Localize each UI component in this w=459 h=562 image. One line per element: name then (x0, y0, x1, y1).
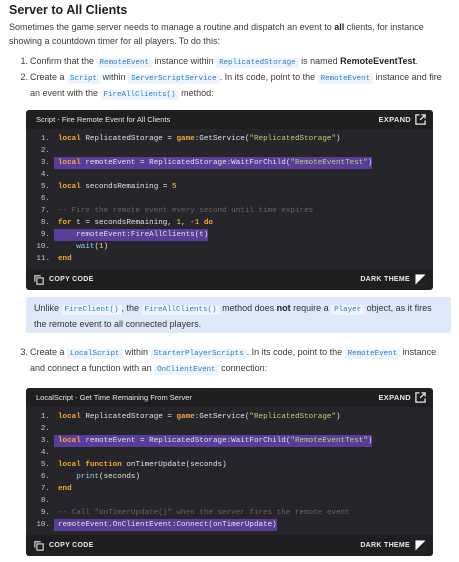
copy-icon (34, 274, 44, 285)
section-heading: Server to All Clients (9, 3, 128, 17)
info-callout: Unlike FireClient(), the FireAllClients(… (26, 297, 451, 333)
expand-button[interactable]: EXPAND (379, 114, 427, 125)
step-2: 2. Create a Script within ServerScriptSe… (20, 72, 442, 100)
code-block-footer: COPY CODE DARK THEME (26, 269, 433, 290)
inline-code: Script (67, 74, 101, 84)
inline-code: Player (331, 305, 365, 315)
code-block-title: Script - Fire Remote Event for All Clien… (36, 115, 171, 124)
code-block-title: LocalScript - Get Time Remaining From Se… (36, 393, 192, 402)
inline-code: OnClientEvent (154, 365, 219, 375)
step-3: 3. Create a LocalScript within StarterPl… (20, 347, 437, 375)
code-block-header: LocalScript - Get Time Remaining From Se… (26, 388, 433, 407)
inline-code: FireAllClients() (141, 305, 220, 315)
inline-code: ServerScriptService (128, 74, 220, 84)
inline-code: FireClient() (61, 305, 122, 315)
step-1: 1. Confirm that the RemoteEvent instance… (20, 56, 419, 68)
expand-icon (415, 392, 426, 403)
inline-code: RemoteEvent (317, 74, 374, 84)
theme-icon (415, 274, 426, 285)
inline-code: FireAllClients() (100, 90, 179, 100)
inline-code: RemoteEvent (344, 349, 401, 359)
copy-code-button[interactable]: COPY CODE (34, 274, 94, 285)
code-block-server: Script - Fire Remote Event for All Clien… (26, 110, 433, 290)
inline-code: StarterPlayerScripts (150, 349, 247, 359)
copy-code-button[interactable]: COPY CODE (34, 540, 94, 551)
code-block-client: LocalScript - Get Time Remaining From Se… (26, 388, 433, 556)
code-listing: 1. local ReplicatedStorage = game:GetServ… (26, 407, 433, 535)
copy-icon (34, 540, 44, 551)
code-listing: 1. local ReplicatedStorage = game:GetServ… (26, 129, 433, 269)
expand-button[interactable]: EXPAND (379, 392, 427, 403)
expand-icon (415, 114, 426, 125)
dark-theme-toggle[interactable]: DARK THEME (360, 274, 426, 285)
docs-page: Server to All Clients Sometimes the game… (0, 0, 459, 562)
inline-code: LocalScript (67, 349, 123, 359)
code-block-footer: COPY CODE DARK THEME (26, 535, 433, 556)
dark-theme-toggle[interactable]: DARK THEME (360, 540, 426, 551)
code-block-header: Script - Fire Remote Event for All Clien… (26, 110, 433, 129)
inline-code: RemoteEvent (96, 58, 153, 68)
inline-code: ReplicatedStorage (216, 58, 299, 68)
theme-icon (415, 540, 426, 551)
intro-paragraph: Sometimes the game server needs to manag… (9, 22, 424, 46)
